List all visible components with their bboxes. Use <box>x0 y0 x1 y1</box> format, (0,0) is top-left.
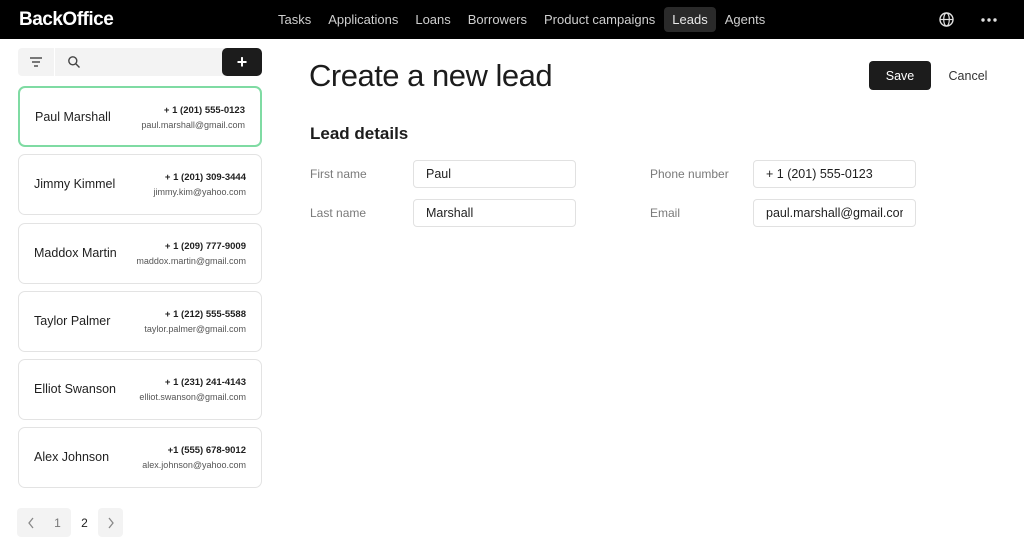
last-name-label: Last name <box>310 206 367 220</box>
lead-email: elliot.swanson@gmail.com <box>139 392 246 403</box>
first-name-field[interactable] <box>413 160 576 188</box>
lead-card[interactable]: Elliot Swanson + 1 (231) 241-4143 elliot… <box>18 359 262 421</box>
lead-name: Paul Marshall <box>35 110 111 124</box>
nav-item-product-campaigns[interactable]: Product campaigns <box>536 7 663 32</box>
section-title-lead-details: Lead details <box>310 124 409 143</box>
search-input[interactable] <box>89 48 229 76</box>
lead-email: jimmy.kim@yahoo.com <box>153 187 246 198</box>
phone-number-label: Phone number <box>650 167 729 181</box>
main-nav: Tasks Applications Loans Borrowers Produ… <box>270 7 774 32</box>
nav-item-leads[interactable]: Leads <box>664 7 716 32</box>
top-navigation-bar: BackOffice Tasks Applications Loans Borr… <box>0 0 1024 39</box>
search-box <box>55 48 235 76</box>
email-field[interactable] <box>753 199 916 227</box>
nav-item-borrowers[interactable]: Borrowers <box>460 7 535 32</box>
next-page-button[interactable] <box>98 508 123 537</box>
previous-page-button[interactable] <box>17 508 44 537</box>
phone-number-field[interactable] <box>753 160 916 188</box>
nav-item-loans[interactable]: Loans <box>407 7 458 32</box>
page-2-button[interactable]: 2 <box>71 508 98 537</box>
lead-email: alex.johnson@yahoo.com <box>142 460 246 471</box>
sidebar-toolbar: + <box>18 48 262 76</box>
chevron-right-icon <box>107 517 114 528</box>
lead-name: Taylor Palmer <box>34 313 111 328</box>
page-1-button[interactable]: 1 <box>44 508 71 537</box>
filter-icon <box>30 57 42 67</box>
lead-card[interactable]: Maddox Martin + 1 (209) 777-9009 maddox.… <box>18 222 262 284</box>
lead-phone: + 1 (201) 555-0123 <box>163 105 245 116</box>
nav-item-applications[interactable]: Applications <box>320 7 406 32</box>
email-label: Email <box>650 206 681 220</box>
last-name-field[interactable] <box>413 199 576 227</box>
lead-name: Elliot Swanson <box>34 382 116 397</box>
app-logo[interactable]: BackOffice <box>19 9 114 31</box>
pagination: 1 2 <box>17 508 123 537</box>
lead-card[interactable]: Alex Johnson +1 (555) 678-9012 alex.john… <box>18 427 262 489</box>
page-title: Create a new lead <box>309 58 553 93</box>
lead-phone: + 1 (212) 555-5588 <box>164 308 246 320</box>
lead-phone: + 1 (209) 777-9009 <box>164 240 246 252</box>
lead-card[interactable]: Paul Marshall + 1 (201) 555-0123 paul.ma… <box>18 86 262 147</box>
nav-item-agents[interactable]: Agents <box>717 7 773 32</box>
lead-email: paul.marshall@gmail.com <box>141 120 245 130</box>
lead-name: Alex Johnson <box>34 450 110 465</box>
lead-email: maddox.martin@gmail.com <box>136 255 246 266</box>
lead-email: taylor.palmer@gmail.com <box>144 323 246 334</box>
lead-phone: +1 (555) 678-9012 <box>167 445 246 457</box>
nav-item-tasks[interactable]: Tasks <box>270 7 319 32</box>
filter-button[interactable] <box>18 48 54 76</box>
lead-name: Maddox Martin <box>34 245 117 260</box>
globe-icon[interactable] <box>938 11 955 28</box>
search-icon <box>68 56 80 68</box>
first-name-label: First name <box>310 167 367 181</box>
more-icon[interactable] <box>979 12 999 28</box>
cancel-button[interactable]: Cancel <box>942 61 994 90</box>
lead-phone: + 1 (231) 241-4143 <box>164 377 246 389</box>
save-button[interactable]: Save <box>869 61 931 90</box>
chevron-left-icon <box>27 517 34 528</box>
lead-phone: + 1 (201) 309-3444 <box>164 172 246 184</box>
lead-card[interactable]: Taylor Palmer + 1 (212) 555-5588 taylor.… <box>18 290 262 352</box>
add-lead-button[interactable]: + <box>222 48 262 76</box>
lead-list: Paul Marshall + 1 (201) 555-0123 paul.ma… <box>18 86 262 496</box>
lead-name: Jimmy Kimmel <box>34 177 116 192</box>
lead-card[interactable]: Jimmy Kimmel + 1 (201) 309-3444 jimmy.ki… <box>18 154 262 216</box>
